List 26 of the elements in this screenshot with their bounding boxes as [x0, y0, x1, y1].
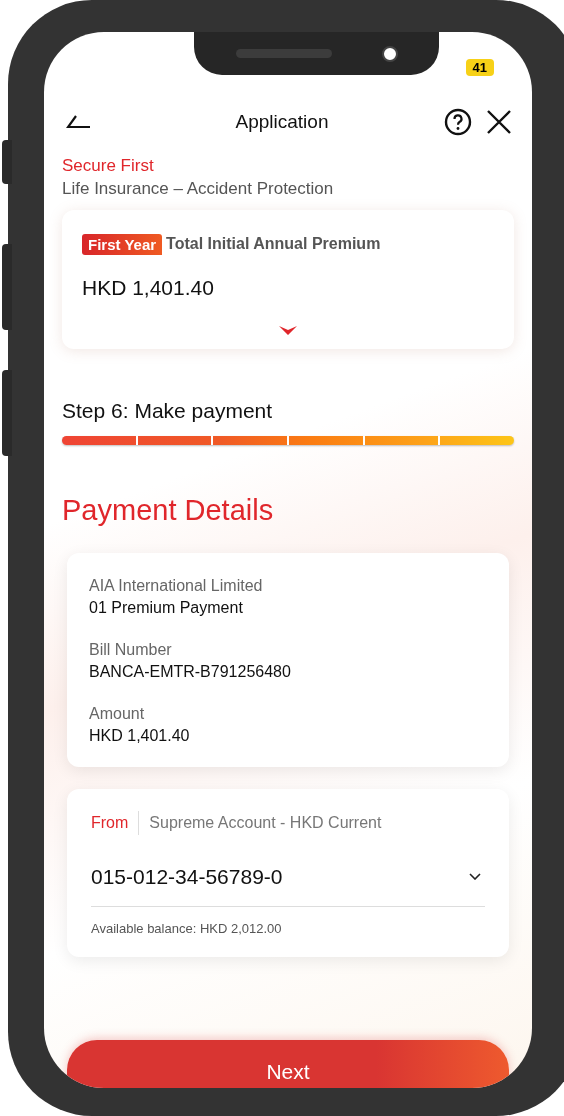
- chevron-down-icon: [469, 872, 481, 880]
- chevron-icon[interactable]: [279, 325, 297, 335]
- from-label: From: [91, 810, 140, 835]
- available-balance: Available balance: HKD 2,012.00: [91, 920, 283, 938]
- help-icon[interactable]: [444, 108, 472, 136]
- battery-indicator: 41: [465, 59, 494, 76]
- detail-label: Bill Number: [89, 639, 173, 660]
- product-type: Life Insurance – Accident Protection: [62, 178, 335, 200]
- first-year-badge: First Year: [82, 233, 163, 255]
- product-name: Secure First: [62, 155, 155, 177]
- close-icon[interactable]: [486, 109, 512, 135]
- next-button[interactable]: Next: [67, 1040, 509, 1088]
- back-icon[interactable]: [66, 114, 92, 130]
- premium-amount: HKD 1,401.40: [82, 275, 215, 301]
- step-title: Step 6: Make payment: [62, 397, 274, 424]
- premium-label: Total Initial Annual Premium: [166, 234, 381, 254]
- detail-value: HKD 1,401.40: [89, 725, 191, 746]
- account-name: Supreme Account - HKD Current: [148, 812, 382, 833]
- account-select[interactable]: 015-012-34-56789-0: [91, 860, 485, 907]
- detail-label: Amount: [89, 703, 146, 724]
- page-title: Application: [234, 109, 330, 134]
- section-title: Payment Details: [62, 493, 275, 528]
- camera-icon: [381, 45, 398, 62]
- detail-label: AIA International Limited: [89, 575, 264, 596]
- detail-value: BANCA-EMTR-B791256480: [89, 661, 292, 682]
- detail-value: 01 Premium Payment: [89, 597, 244, 618]
